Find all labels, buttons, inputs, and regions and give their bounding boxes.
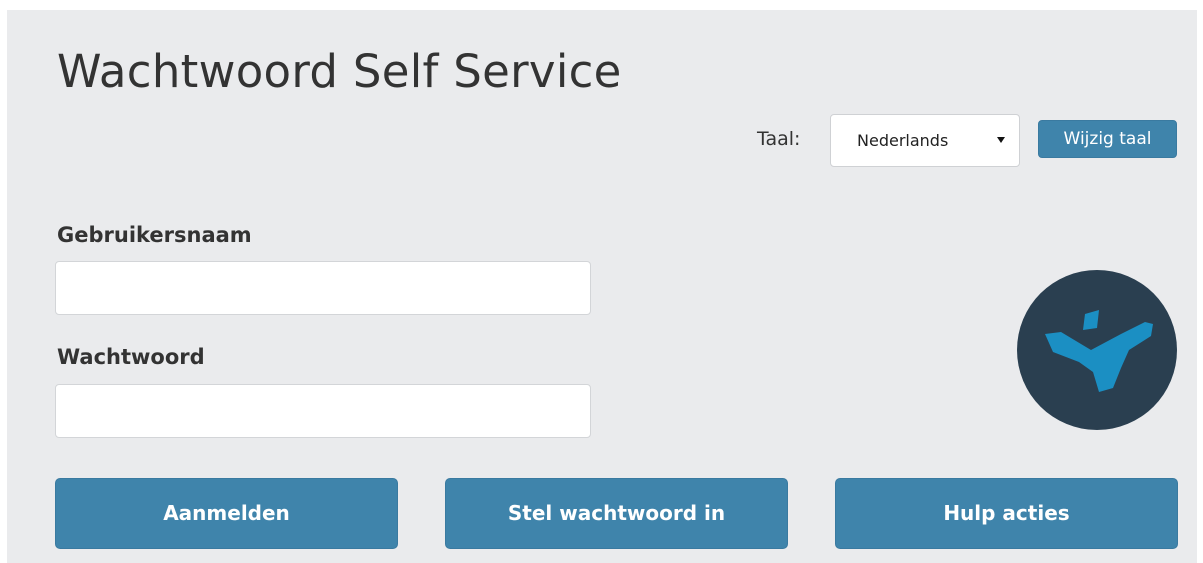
login-button[interactable]: Aanmelden	[55, 478, 398, 549]
language-select[interactable]: Nederlands	[830, 114, 1020, 167]
change-language-button[interactable]: Wijzig taal	[1038, 120, 1177, 158]
password-input[interactable]	[55, 384, 591, 438]
help-actions-button[interactable]: Hulp acties	[835, 478, 1178, 549]
language-select-value: Nederlands	[857, 131, 949, 150]
brand-logo-icon	[1017, 270, 1177, 430]
language-label: Taal:	[757, 128, 801, 150]
password-label: Wachtwoord	[57, 345, 205, 369]
set-password-button[interactable]: Stel wachtwoord in	[445, 478, 788, 549]
caret-down-icon	[997, 137, 1005, 143]
username-label: Gebruikersnaam	[57, 223, 252, 247]
page-title: Wachtwoord Self Service	[57, 45, 622, 98]
username-input[interactable]	[55, 261, 591, 315]
brand-logo-mark	[1045, 310, 1153, 392]
